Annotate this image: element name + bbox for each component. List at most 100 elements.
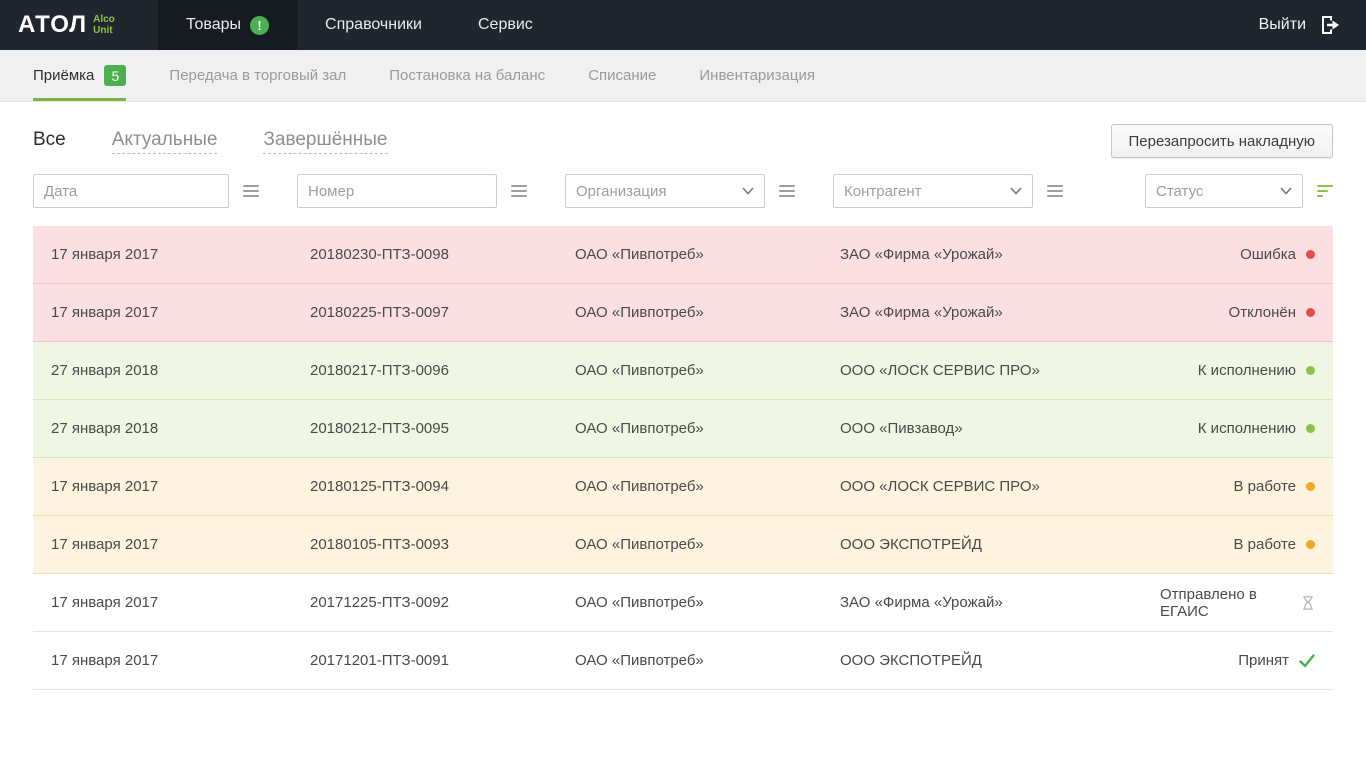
cell-status: В работе (1233, 478, 1315, 495)
logo-subtext: Alco Unit (93, 14, 115, 36)
status-dot-icon (1306, 366, 1315, 375)
nav-item-label: Товары (186, 16, 241, 34)
filter-link-actual[interactable]: Актуальные (112, 129, 218, 154)
logout-button[interactable]: Выйти (1259, 0, 1366, 50)
status-indicator (1306, 250, 1315, 259)
cell-contragent: ООО «ЛОСК СЕРВИС ПРО» (840, 362, 1160, 379)
table-row[interactable]: 27 января 2018 20180217-ПТЗ-0096 ОАО «Пи… (33, 342, 1333, 400)
tab-label: Передача в торговый зал (169, 67, 346, 84)
hourglass-icon (1301, 595, 1315, 611)
cell-organization: ОАО «Пивпотреб» (575, 304, 840, 321)
date-filter-group (33, 174, 259, 208)
number-sort-icon[interactable] (511, 185, 527, 197)
status-text: Ошибка (1240, 246, 1296, 263)
status-filter-group: Статус (1145, 174, 1333, 208)
cell-status: Ошибка (1240, 246, 1315, 263)
cell-contragent: ЗАО «Фирма «Урожай» (840, 594, 1160, 611)
number-filter-group (297, 174, 527, 208)
tab-label: Списание (588, 67, 656, 84)
status-dot-icon (1306, 308, 1315, 317)
nav-item-goods[interactable]: Товары ! (158, 0, 297, 50)
organization-filter-group: Организация (565, 174, 795, 208)
nav-item-directories[interactable]: Справочники (297, 0, 450, 50)
cell-status: Отклонён (1229, 304, 1315, 321)
nav-item-label: Сервис (478, 16, 533, 34)
logout-label: Выйти (1259, 16, 1306, 34)
table-row[interactable]: 17 января 2017 20180105-ПТЗ-0093 ОАО «Пи… (33, 516, 1333, 574)
date-sort-icon[interactable] (243, 185, 259, 197)
status-text: Отправлено в ЕГАИС (1160, 586, 1291, 620)
chevron-down-icon (1010, 187, 1022, 195)
number-input[interactable] (297, 174, 497, 208)
cell-date: 17 января 2017 (51, 536, 310, 553)
status-indicator (1306, 308, 1315, 317)
filter-link-all[interactable]: Все (33, 129, 66, 153)
cell-number: 20180225-ПТЗ-0097 (310, 304, 575, 321)
logout-icon (1318, 13, 1342, 37)
invoice-table: 17 января 2017 20180230-ПТЗ-0098 ОАО «Пи… (33, 226, 1333, 690)
cell-contragent: ООО ЭКСПОТРЕЙД (840, 652, 1160, 669)
cell-number: 20171225-ПТЗ-0092 (310, 594, 575, 611)
table-row[interactable]: 17 января 2017 20180225-ПТЗ-0097 ОАО «Пи… (33, 284, 1333, 342)
cell-number: 20180105-ПТЗ-0093 (310, 536, 575, 553)
filter-link-completed[interactable]: Завершённые (263, 129, 387, 154)
organization-select[interactable]: Организация (565, 174, 765, 208)
requery-invoice-button[interactable]: Перезапросить накладную (1111, 124, 1333, 158)
status-text: К исполнению (1198, 362, 1296, 379)
logo-text: АТОЛ (18, 11, 87, 39)
cell-number: 20171201-ПТЗ-0091 (310, 652, 575, 669)
nav-item-label: Справочники (325, 16, 422, 34)
tab-priemka[interactable]: Приёмка 5 (33, 50, 126, 101)
tab-postanovka[interactable]: Постановка на баланс (389, 50, 545, 101)
organization-sort-icon[interactable] (779, 185, 795, 197)
status-dot-icon (1306, 482, 1315, 491)
contragent-select-value: Контрагент (844, 183, 922, 200)
nav-item-service[interactable]: Сервис (450, 0, 561, 50)
status-indicator (1299, 654, 1315, 668)
date-input[interactable] (33, 174, 229, 208)
section-tabbar: Приёмка 5 Передача в торговый зал Постан… (0, 50, 1366, 102)
table-row[interactable]: 17 января 2017 20180230-ПТЗ-0098 ОАО «Пи… (33, 226, 1333, 284)
cell-date: 17 января 2017 (51, 246, 310, 263)
contragent-select[interactable]: Контрагент (833, 174, 1033, 208)
contragent-sort-icon[interactable] (1047, 185, 1063, 197)
cell-date: 17 января 2017 (51, 652, 310, 669)
tab-peredacha[interactable]: Передача в торговый зал (169, 50, 346, 101)
tab-spisanie[interactable]: Списание (588, 50, 656, 101)
cell-organization: ОАО «Пивпотреб» (575, 652, 840, 669)
count-badge: 5 (104, 65, 126, 86)
cell-number: 20180125-ПТЗ-0094 (310, 478, 575, 495)
cell-organization: ОАО «Пивпотреб» (575, 362, 840, 379)
status-text: Отклонён (1229, 304, 1296, 321)
status-text: К исполнению (1198, 420, 1296, 437)
status-dot-icon (1306, 250, 1315, 259)
contragent-filter-group: Контрагент (833, 174, 1063, 208)
table-row[interactable]: 27 января 2018 20180212-ПТЗ-0095 ОАО «Пи… (33, 400, 1333, 458)
cell-status: В работе (1233, 536, 1315, 553)
cell-organization: ОАО «Пивпотреб» (575, 246, 840, 263)
tab-label: Инвентаризация (699, 67, 815, 84)
cell-contragent: ЗАО «Фирма «Урожай» (840, 246, 1160, 263)
status-indicator (1306, 424, 1315, 433)
cell-contragent: ООО «Пивзавод» (840, 420, 1160, 437)
status-select[interactable]: Статус (1145, 174, 1303, 208)
status-indicator (1306, 366, 1315, 375)
cell-organization: ОАО «Пивпотреб» (575, 594, 840, 611)
status-sort-icon-active[interactable] (1317, 185, 1333, 197)
status-select-value: Статус (1156, 183, 1203, 200)
atol-logo: АТОЛ Alco Unit (0, 0, 158, 50)
cell-date: 27 января 2018 (51, 420, 310, 437)
tab-label: Приёмка (33, 67, 94, 84)
table-row[interactable]: 17 января 2017 20171225-ПТЗ-0092 ОАО «Пи… (33, 574, 1333, 632)
cell-contragent: ООО «ЛОСК СЕРВИС ПРО» (840, 478, 1160, 495)
main-content: Все Актуальные Завершённые Перезапросить… (0, 124, 1366, 690)
view-filter-row: Все Актуальные Завершённые Перезапросить… (33, 124, 1333, 158)
status-text: В работе (1233, 536, 1296, 553)
cell-number: 20180217-ПТЗ-0096 (310, 362, 575, 379)
cell-organization: ОАО «Пивпотреб» (575, 420, 840, 437)
cell-date: 17 января 2017 (51, 304, 310, 321)
tab-inventarizaciya[interactable]: Инвентаризация (699, 50, 815, 101)
cell-status: Отправлено в ЕГАИС (1160, 586, 1315, 620)
table-row[interactable]: 17 января 2017 20180125-ПТЗ-0094 ОАО «Пи… (33, 458, 1333, 516)
table-row[interactable]: 17 января 2017 20171201-ПТЗ-0091 ОАО «Пи… (33, 632, 1333, 690)
